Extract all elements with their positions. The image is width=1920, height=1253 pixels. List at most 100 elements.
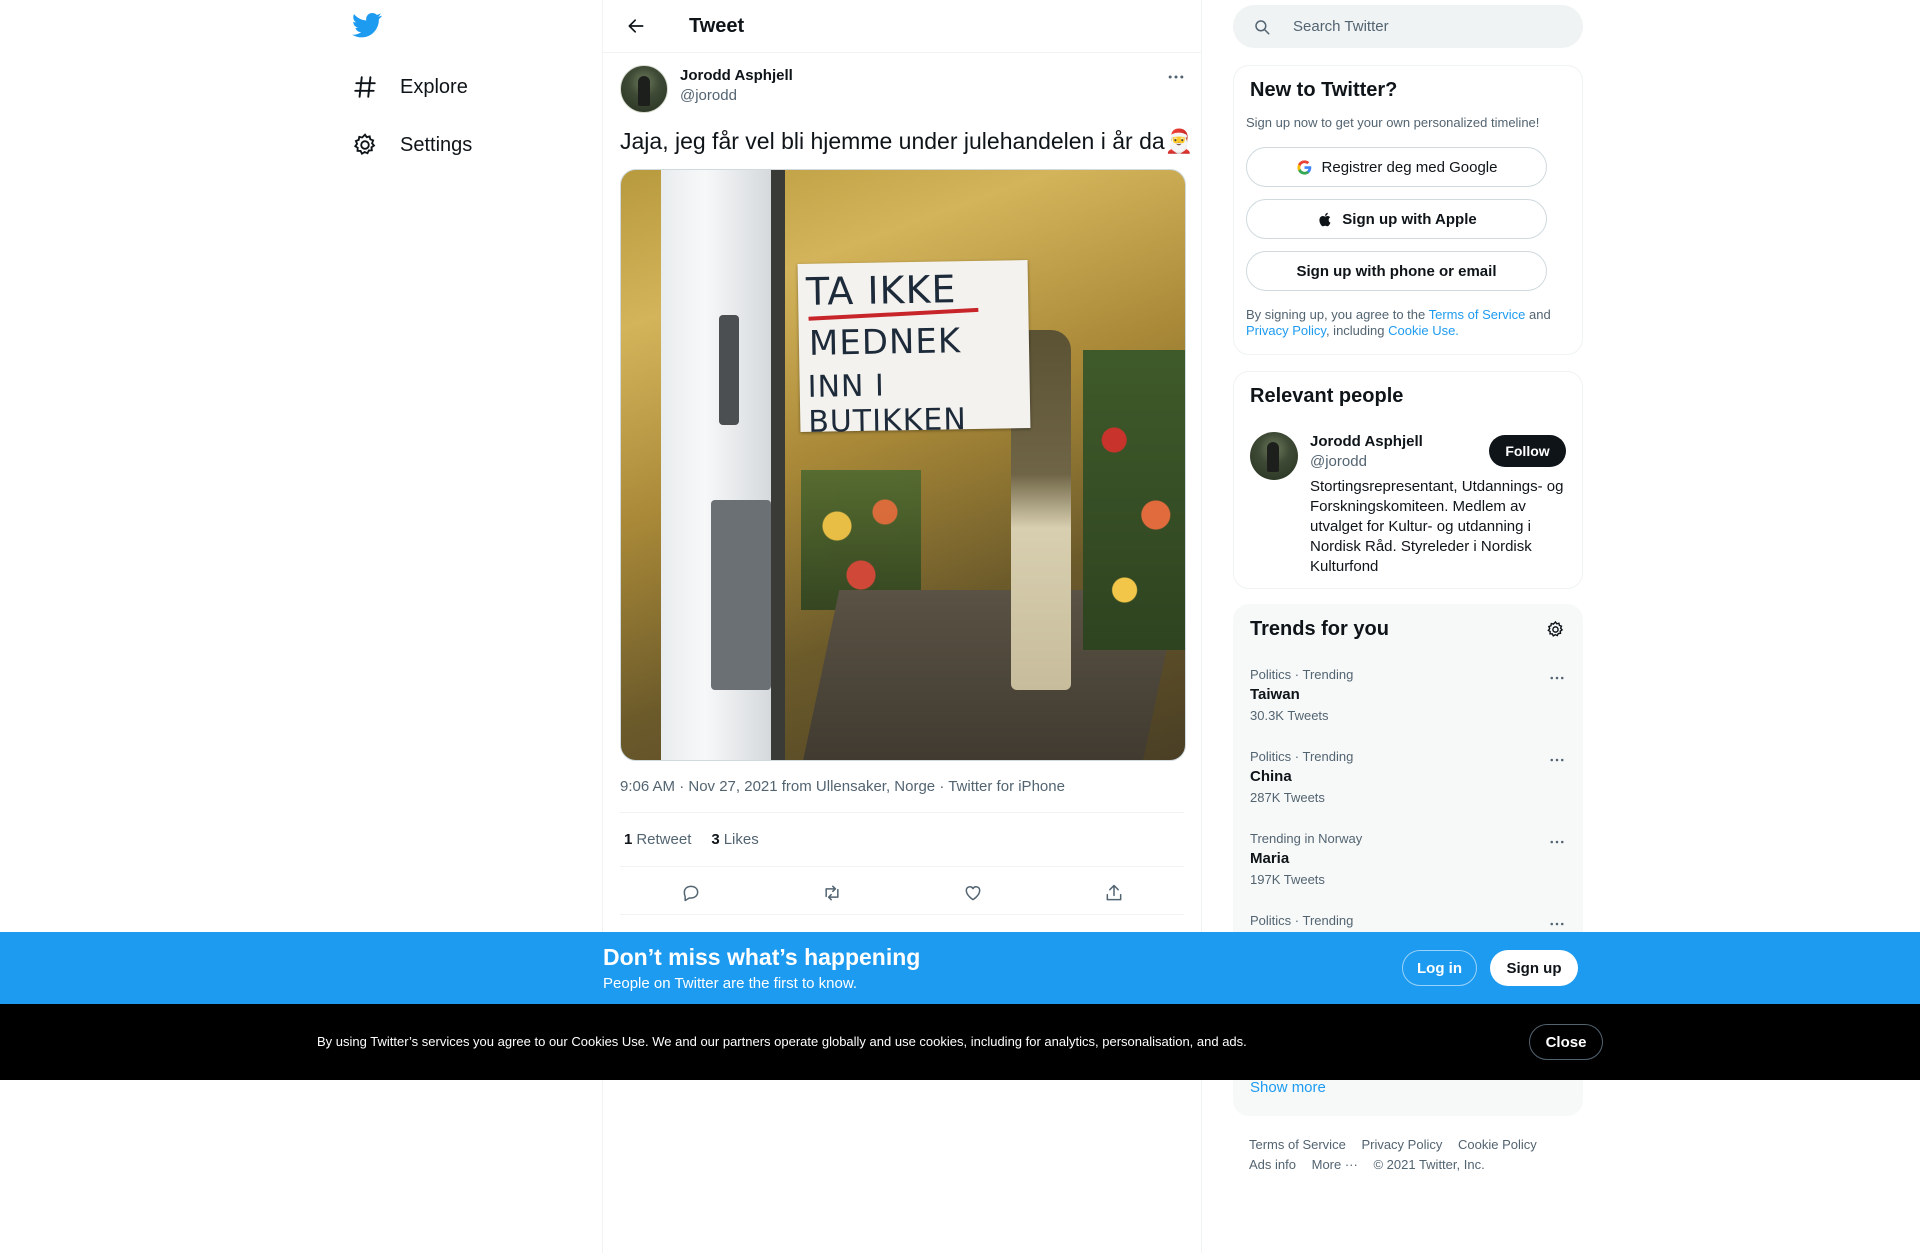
sign-line-3: INN I BUTIKKEN [807, 368, 968, 440]
trend-more-icon[interactable] [1546, 749, 1568, 771]
trend-count: 30.3K Tweets [1250, 708, 1329, 723]
trend-context: Politics · Trending [1250, 667, 1354, 682]
trends-title: Trends for you [1250, 618, 1389, 640]
tweet-author[interactable]: Jorodd Asphjell @jorodd [620, 65, 793, 113]
tweet-header: Tweet [603, 0, 1201, 53]
legal-prefix: By signing up, you agree to the [1246, 307, 1429, 322]
search-box[interactable] [1233, 5, 1583, 48]
footer-privacy-link[interactable]: Privacy Policy [1361, 1135, 1442, 1155]
relevant-person-bio: Stortingsrepresentant, Utdannings- og Fo… [1310, 478, 1564, 575]
terms-link[interactable]: Terms of Service [1429, 307, 1526, 322]
more-options-icon[interactable] [1165, 66, 1187, 88]
new-to-twitter-title: New to Twitter? [1250, 79, 1398, 101]
retweet-label: Retweet [636, 831, 692, 848]
search-icon [1253, 17, 1273, 37]
likes-count: 3 [711, 831, 720, 848]
back-arrow-icon[interactable] [619, 9, 653, 43]
retweet-icon[interactable] [817, 878, 847, 908]
footer-links: Terms of Service Privacy Policy Cookie P… [1249, 1135, 1579, 1175]
image-door-lock [719, 315, 739, 425]
new-to-twitter-subtitle: Sign up now to get your own personalized… [1246, 115, 1540, 130]
image-flowers-right [1083, 350, 1185, 650]
relevant-person-avatar[interactable] [1250, 432, 1298, 480]
google-icon [1296, 158, 1314, 176]
cookie-text: By using Twitter’s services you agree to… [317, 1034, 1247, 1049]
nav-explore-label: Explore [400, 75, 468, 98]
login-button[interactable]: Log in [1402, 950, 1477, 986]
apple-icon [1316, 210, 1334, 228]
phone-email-signup-button[interactable]: Sign up with phone or email [1246, 251, 1547, 291]
footer-ads-info-link[interactable]: Ads info [1249, 1155, 1296, 1175]
trend-context: Politics · Trending [1250, 749, 1354, 764]
nav-settings-label: Settings [400, 133, 473, 156]
footer-cookie-link[interactable]: Cookie Policy [1458, 1135, 1537, 1155]
trend-more-icon[interactable] [1546, 831, 1568, 853]
tweet-meta[interactable]: 9:06 AM · Nov 27, 2021 from Ullensaker, … [620, 778, 1065, 795]
legal-including: , including [1325, 323, 1389, 338]
relevant-people-title: Relevant people [1250, 385, 1404, 407]
trend-context: Politics · Trending [1250, 913, 1354, 928]
trends-settings-gear-icon[interactable] [1544, 618, 1566, 640]
footer-more-link[interactable]: More ··· [1312, 1155, 1358, 1175]
gear-icon [350, 130, 380, 160]
tweet-stats: 1 Retweet 3 Likes [624, 831, 759, 848]
relevant-person-handle[interactable]: @jorodd [1310, 453, 1367, 470]
apple-signup-label: Sign up with Apple [1342, 210, 1477, 228]
nav-explore[interactable]: Explore [350, 67, 468, 107]
likes-stat[interactable]: 3 Likes [711, 831, 758, 848]
cookie-close-button[interactable]: Close [1529, 1024, 1603, 1060]
cookie-consent-bar: By using Twitter’s services you agree to… [0, 1004, 1920, 1080]
apple-signup-button[interactable]: Sign up with Apple [1246, 199, 1547, 239]
new-to-twitter-card: New to Twitter? Sign up now to get your … [1233, 65, 1583, 355]
google-signup-button[interactable]: Registrer deg med Google [1246, 147, 1547, 187]
like-icon[interactable] [958, 878, 988, 908]
banner-headline: Don’t miss what’s happening [603, 944, 921, 970]
hashtag-icon [350, 72, 380, 102]
search-input[interactable] [1293, 18, 1553, 35]
trend-more-icon[interactable] [1546, 667, 1568, 689]
likes-label: Likes [723, 831, 759, 848]
image-door-plate [711, 500, 771, 690]
author-avatar[interactable] [620, 65, 668, 113]
google-signup-label: Registrer deg med Google [1321, 158, 1498, 176]
trend-count: 197K Tweets [1250, 872, 1325, 887]
author-handle[interactable]: @jorodd [680, 87, 793, 104]
retweet-count: 1 [624, 831, 633, 848]
signup-button[interactable]: Sign up [1490, 950, 1578, 986]
twitter-bird-icon[interactable] [352, 10, 382, 40]
trend-item[interactable]: Politics · Trending China 287K Tweets [1250, 749, 1568, 805]
trend-item[interactable]: Trending in Norway Maria 197K Tweets [1250, 831, 1568, 887]
reply-icon[interactable] [676, 878, 706, 908]
privacy-link[interactable]: Privacy Policy [1246, 323, 1326, 338]
divider [620, 914, 1184, 915]
tweet-actions [620, 878, 1184, 908]
trend-topic: China [1250, 768, 1292, 785]
relevant-people-card: Relevant people Jorodd Asphjell @jorodd … [1233, 371, 1583, 589]
trend-topic: Taiwan [1250, 686, 1300, 703]
cookie-use-link[interactable]: Cookie Use. [1388, 323, 1459, 338]
show-more-link[interactable]: Show more [1250, 1079, 1326, 1096]
share-icon[interactable] [1099, 878, 1129, 908]
trend-item[interactable]: Politics · Trending Taiwan 30.3K Tweets [1250, 667, 1568, 723]
trend-item[interactable]: Politics · Trending [1250, 913, 1568, 928]
follow-button[interactable]: Follow [1489, 435, 1566, 467]
banner-subline: People on Twitter are the first to know. [603, 975, 858, 992]
author-name[interactable]: Jorodd Asphjell [680, 67, 793, 84]
legal-and: and [1525, 307, 1551, 322]
image-door-frame [771, 170, 785, 760]
page-title: Tweet [689, 14, 745, 37]
footer-terms-link[interactable]: Terms of Service [1249, 1135, 1346, 1155]
nav-settings[interactable]: Settings [350, 125, 472, 165]
tweet-text: Jaja, jeg får vel bli hjemme under juleh… [620, 128, 1194, 154]
sign-line-2: MEDNEK [808, 321, 962, 364]
image-handwritten-sign: TA IKKE MEDNEK INN I BUTIKKEN [797, 260, 1031, 440]
trend-topic: Maria [1250, 850, 1290, 867]
image-flowers-left [801, 470, 921, 610]
tweet-image[interactable]: TA IKKE MEDNEK INN I BUTIKKEN [620, 169, 1186, 761]
divider [620, 866, 1184, 867]
retweet-stat[interactable]: 1 Retweet [624, 831, 691, 848]
trend-context: Trending in Norway [1250, 831, 1363, 846]
trend-count: 287K Tweets [1250, 790, 1325, 805]
divider [620, 812, 1184, 813]
relevant-person-name[interactable]: Jorodd Asphjell [1310, 433, 1423, 450]
